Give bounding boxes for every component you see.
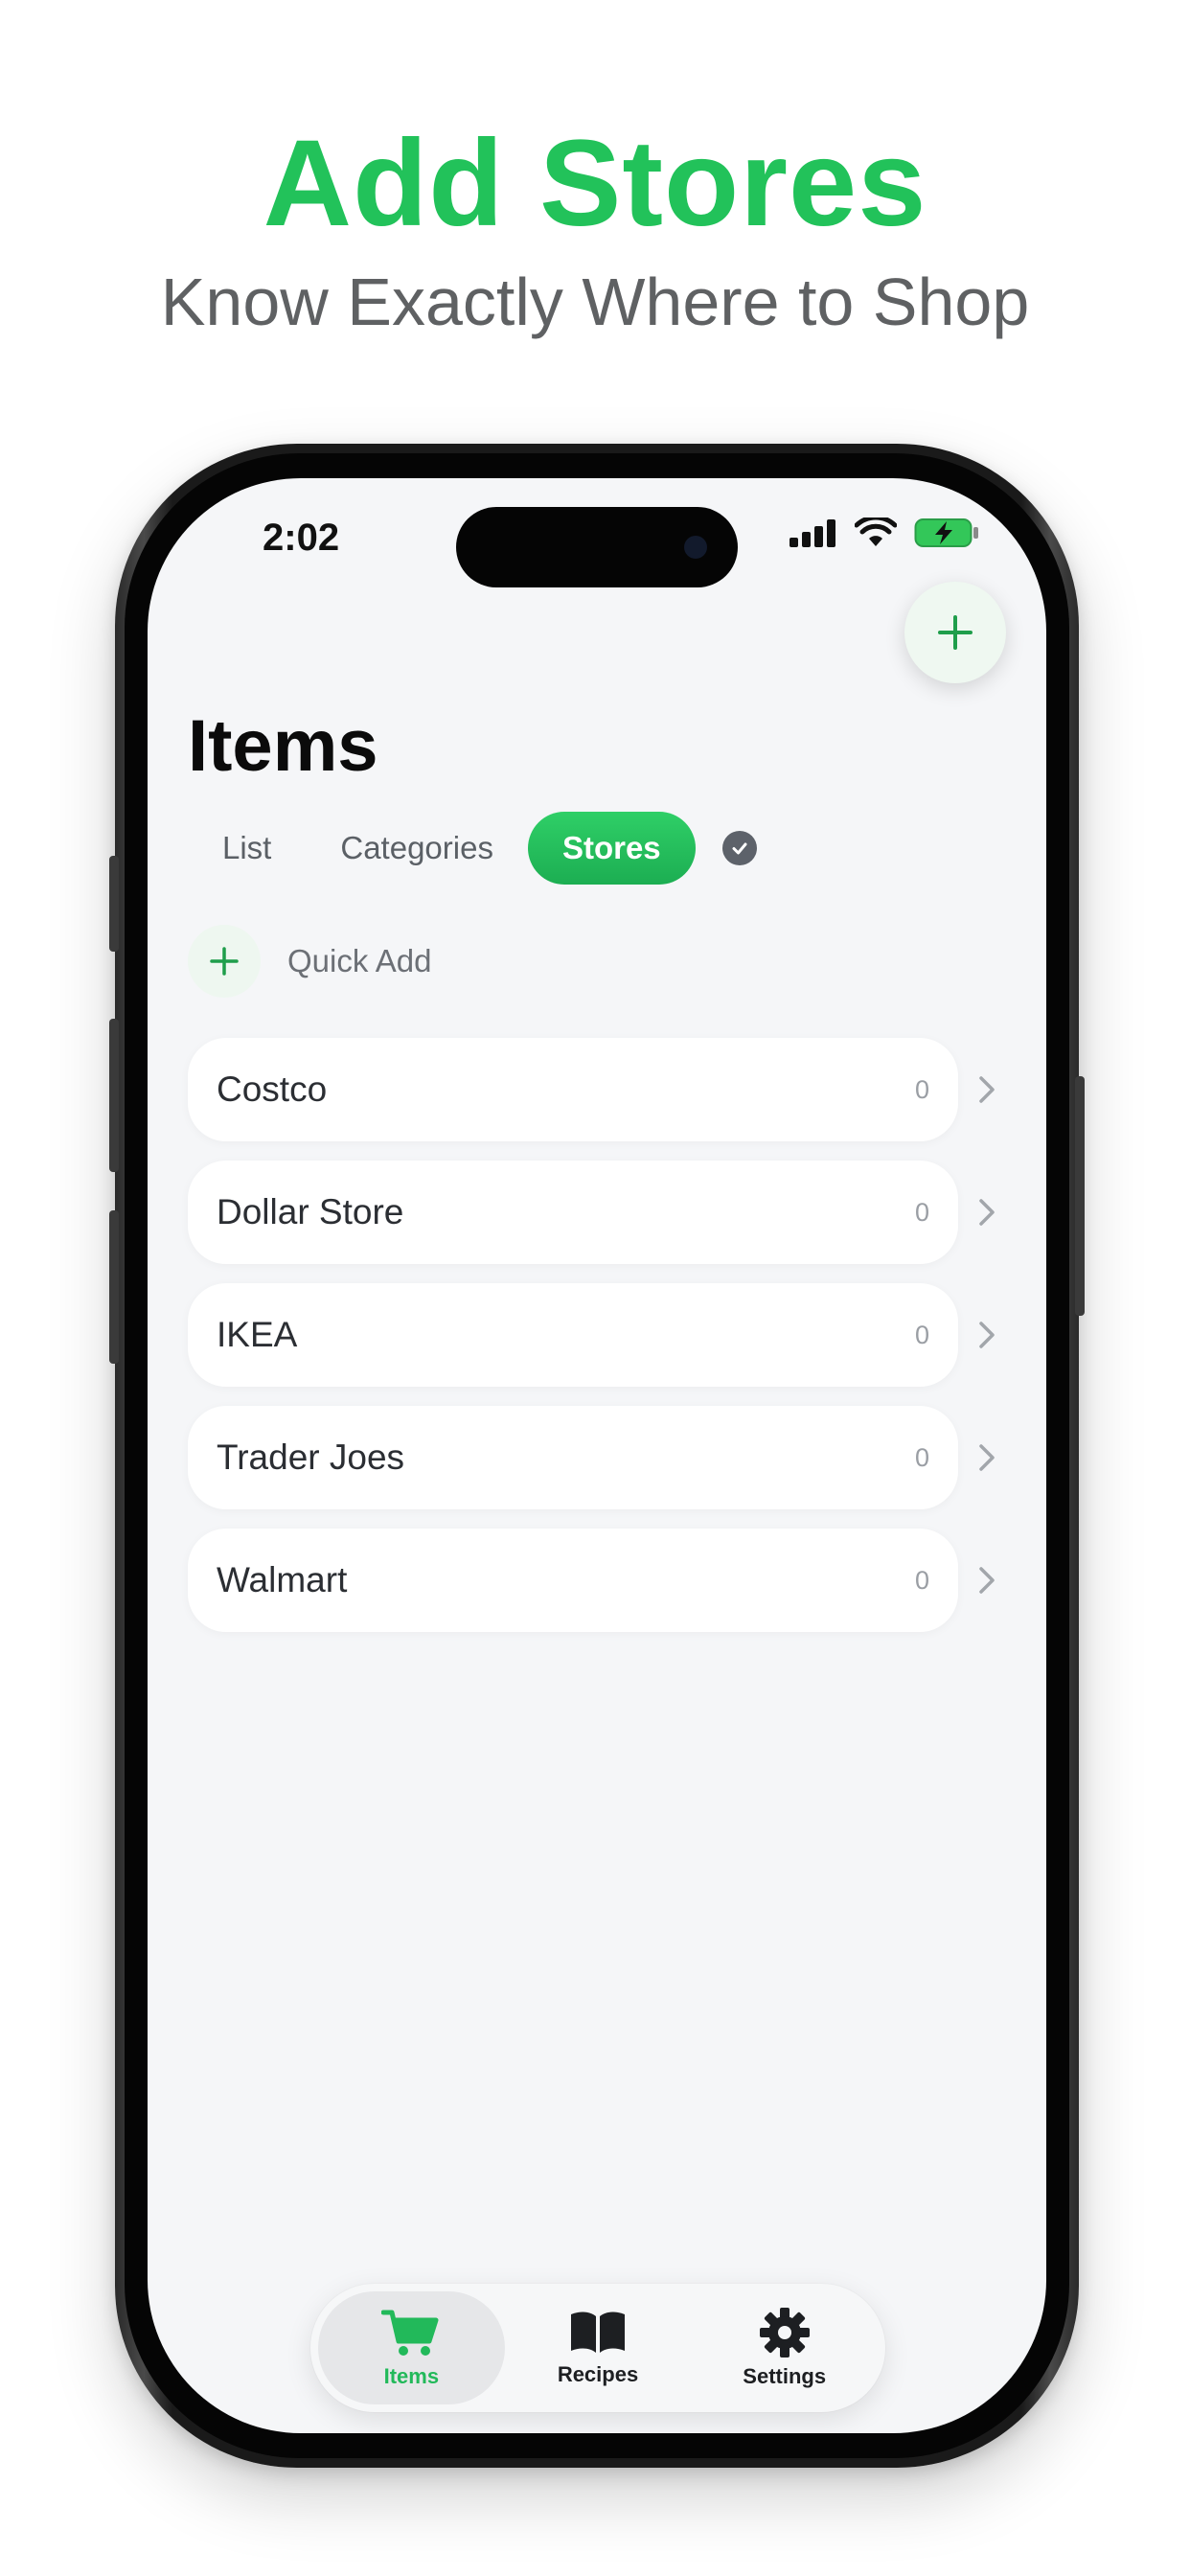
gear-icon — [759, 2308, 810, 2358]
chevron-right-icon[interactable] — [970, 1318, 1004, 1352]
phone-frame: 2:02 Items List Categories Stores Quick … — [109, 444, 1085, 2468]
nav-settings[interactable]: Settings — [691, 2291, 878, 2404]
bottom-tab-bar: Items Recipes Settings — [310, 2284, 885, 2412]
nav-items[interactable]: Items — [318, 2291, 505, 2404]
nav-recipes-label: Recipes — [557, 2362, 639, 2386]
camera-icon — [684, 536, 707, 559]
chevron-right-icon[interactable] — [970, 1440, 1004, 1475]
store-count: 0 — [914, 1197, 929, 1227]
store-list: Costco 0 Dollar Store 0 IKEA 0 Trader Jo… — [188, 1038, 1012, 1651]
chevron-right-icon[interactable] — [970, 1195, 1004, 1230]
plus-icon — [938, 615, 973, 650]
store-row-dollar-store[interactable]: Dollar Store 0 — [188, 1161, 1012, 1264]
promo-subtitle: Know Exactly Where to Shop — [160, 264, 1030, 339]
action-button — [109, 856, 119, 952]
store-count: 0 — [914, 1320, 929, 1349]
quick-add-button[interactable] — [188, 925, 261, 998]
store-name: Walmart — [217, 1560, 348, 1599]
power-button — [1075, 1076, 1085, 1316]
dynamic-island — [456, 507, 738, 587]
nav-settings-label: Settings — [743, 2364, 827, 2388]
store-card[interactable]: IKEA 0 — [188, 1283, 958, 1387]
status-icons — [790, 517, 979, 549]
tab-stores[interactable]: Stores — [527, 812, 696, 885]
book-icon — [571, 2312, 625, 2353]
nav-items-label: Items — [383, 2364, 440, 2388]
store-card[interactable]: Dollar Store 0 — [188, 1161, 958, 1264]
battery-charging-icon — [914, 518, 978, 547]
tab-categories[interactable]: Categories — [306, 812, 528, 885]
promo-title: Add Stores — [263, 115, 927, 252]
store-count: 0 — [914, 1565, 929, 1595]
store-name: Trader Joes — [217, 1438, 405, 1477]
chevron-right-icon[interactable] — [970, 1563, 1004, 1598]
store-row-costco[interactable]: Costco 0 — [188, 1038, 1012, 1141]
store-name: Dollar Store — [217, 1192, 404, 1231]
chevron-right-icon[interactable] — [970, 1072, 1004, 1107]
add-item-button[interactable] — [904, 582, 1006, 683]
status-time: 2:02 — [263, 517, 340, 559]
page-title: Items — [188, 705, 378, 787]
wifi-icon — [855, 518, 897, 546]
volume-up-button — [109, 1019, 119, 1172]
volume-down-button — [109, 1210, 119, 1364]
store-name: IKEA — [217, 1315, 298, 1354]
nav-recipes[interactable]: Recipes — [505, 2291, 692, 2404]
tab-list[interactable]: List — [188, 812, 306, 885]
store-card[interactable]: Costco 0 — [188, 1038, 958, 1141]
store-card[interactable]: Walmart 0 — [188, 1529, 958, 1632]
quick-add[interactable]: Quick Add — [188, 925, 431, 998]
checkmark-circle-icon[interactable] — [721, 831, 757, 865]
plus-icon — [210, 947, 239, 976]
app-screen: 2:02 Items List Categories Stores Quick … — [148, 478, 1046, 2433]
store-count: 0 — [914, 1442, 929, 1472]
store-count: 0 — [914, 1074, 929, 1104]
store-row-ikea[interactable]: IKEA 0 — [188, 1283, 1012, 1387]
view-tabs: List Categories Stores — [188, 812, 757, 885]
cart-icon — [381, 2310, 439, 2356]
store-name: Costco — [217, 1070, 328, 1109]
promo-canvas: Add Stores Know Exactly Where to Shop 2:… — [0, 0, 1190, 2576]
quick-add-label: Quick Add — [287, 943, 432, 978]
store-card[interactable]: Trader Joes 0 — [188, 1406, 958, 1509]
store-row-trader-joes[interactable]: Trader Joes 0 — [188, 1406, 1012, 1509]
store-row-walmart[interactable]: Walmart 0 — [188, 1529, 1012, 1632]
signal-icon — [790, 519, 835, 547]
